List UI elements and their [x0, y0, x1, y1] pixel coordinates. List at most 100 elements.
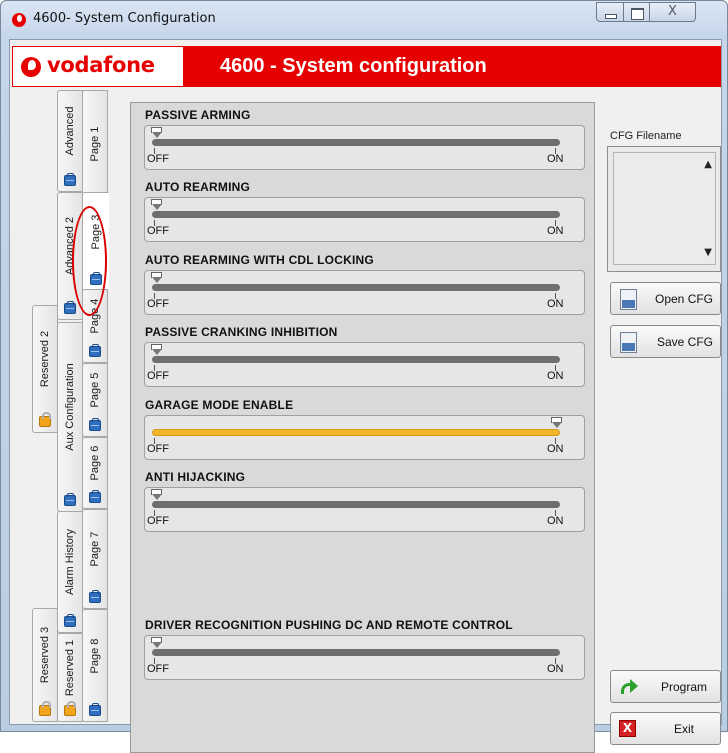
tab-alarmhistory[interactable]: Alarm History — [57, 511, 83, 633]
briefcase-icon — [89, 590, 101, 603]
on-label: ON — [547, 225, 564, 237]
setting-label: AUTO REARMING WITH CDL LOCKING — [145, 253, 374, 267]
cfg-filename-list[interactable]: ▲ ▼ — [613, 152, 716, 265]
briefcase-icon — [89, 418, 101, 431]
setting-label: AUTO REARMING — [145, 180, 251, 194]
slider-thumb[interactable] — [151, 272, 162, 284]
setting-slider[interactable]: OFF ON — [144, 635, 585, 680]
tab-label: Page 5 — [89, 372, 101, 408]
setting-slider[interactable]: OFF ON — [144, 342, 585, 387]
slider-track[interactable] — [152, 139, 560, 146]
save-cfg-button[interactable]: Save CFG — [610, 325, 721, 358]
tab-reserved2[interactable]: Reserved 2 — [32, 305, 58, 433]
app-logo-icon — [12, 13, 26, 27]
save-file-icon — [620, 332, 637, 353]
close-button[interactable]: X — [649, 2, 696, 22]
briefcase-icon — [64, 173, 76, 186]
slider-thumb[interactable] — [151, 199, 162, 211]
tab-page5[interactable]: Page 5 — [82, 363, 108, 437]
open-file-icon — [620, 289, 637, 310]
vodafone-logo-icon — [21, 57, 41, 77]
brand-logo: vodafone — [12, 46, 184, 87]
slider-track[interactable] — [152, 284, 560, 291]
off-label: OFF — [147, 298, 169, 310]
save-cfg-label: Save CFG — [657, 335, 714, 349]
on-label: ON — [547, 515, 564, 527]
slider-thumb[interactable] — [151, 637, 162, 649]
off-label: OFF — [147, 370, 169, 382]
tab-label: Page 8 — [89, 638, 101, 674]
tab-page8[interactable]: Page 8 — [82, 609, 108, 722]
header-banner: vodafone 4600 - System configuration — [12, 46, 721, 87]
setting-slider[interactable]: OFF ON — [144, 487, 585, 532]
slider-track[interactable] — [152, 501, 560, 508]
slider-thumb[interactable] — [551, 417, 562, 429]
brand-name: vodafone — [47, 53, 155, 77]
on-label: ON — [547, 153, 564, 165]
page-title: 4600 - System configuration — [220, 55, 487, 77]
setting-label: PASSIVE ARMING — [145, 108, 251, 122]
slider-track[interactable] — [152, 356, 560, 363]
cfg-filename-label: CFG Filename — [610, 130, 682, 142]
scroll-up-icon[interactable]: ▲ — [704, 159, 712, 170]
briefcase-icon — [64, 614, 76, 627]
slider-thumb[interactable] — [151, 127, 162, 139]
on-label: ON — [547, 370, 564, 382]
setting-slider[interactable]: OFF ON — [144, 125, 585, 170]
tab-reserved3[interactable]: Reserved 3 — [32, 608, 58, 722]
tab-reserved1[interactable]: Reserved 1 — [57, 633, 83, 722]
setting-slider[interactable]: OFF ON — [144, 415, 585, 460]
setting-label: PASSIVE CRANKING INHIBITION — [145, 325, 338, 339]
tab-label: Page 1 — [89, 126, 101, 162]
open-cfg-button[interactable]: Open CFG — [610, 282, 721, 315]
app-window: 4600- System Configuration X vodafone 46… — [0, 0, 728, 753]
slider-track[interactable] — [152, 649, 560, 656]
tab-page7[interactable]: Page 7 — [82, 509, 108, 609]
program-arrow-icon — [621, 679, 639, 695]
highlight-annotation — [72, 206, 107, 316]
exit-button[interactable]: X Exit — [610, 712, 721, 745]
on-label: ON — [547, 298, 564, 310]
lock-icon — [39, 412, 51, 427]
title-bar[interactable]: 4600- System Configuration X — [1, 1, 727, 39]
off-label: OFF — [147, 663, 169, 675]
slider-thumb[interactable] — [151, 489, 162, 501]
window-title: 4600- System Configuration — [33, 11, 216, 26]
minimize-button[interactable] — [596, 2, 624, 22]
tab-label: Page 7 — [89, 531, 101, 567]
off-label: OFF — [147, 225, 169, 237]
tab-label: Page 6 — [89, 445, 101, 481]
on-label: ON — [547, 443, 564, 455]
tab-strip: Page 1 Advanced Page 3 Advanced 2 Page 4 Rese… — [22, 90, 110, 722]
tab-advanced[interactable]: Advanced — [57, 90, 83, 192]
off-label: OFF — [147, 443, 169, 455]
scroll-down-icon[interactable]: ▼ — [704, 247, 712, 258]
tab-label: Advanced — [64, 106, 76, 156]
slider-track[interactable] — [152, 211, 560, 218]
settings-panel: PASSIVE ARMING OFF ON AUTO REARMING OFF ON AUT… — [130, 102, 595, 753]
off-label: OFF — [147, 515, 169, 527]
slider-track[interactable] — [152, 429, 560, 436]
maximize-button[interactable] — [623, 2, 650, 22]
tab-label: Aux Configuration — [64, 363, 76, 451]
setting-slider[interactable]: OFF ON — [144, 197, 585, 242]
cfg-filename-group: ▲ ▼ — [607, 146, 721, 272]
briefcase-icon — [89, 703, 101, 716]
exit-label: Exit — [674, 722, 695, 736]
off-label: OFF — [147, 153, 169, 165]
tab-label: Reserved 3 — [39, 626, 51, 684]
slider-thumb[interactable] — [151, 344, 162, 356]
lock-icon — [64, 701, 76, 716]
client-area: vodafone 4600 - System configuration Pag… — [9, 39, 722, 753]
program-button[interactable]: Program — [610, 670, 721, 703]
tab-label: Alarm History — [64, 528, 76, 596]
tab-auxconfig[interactable]: Aux Configuration — [57, 322, 83, 512]
tab-page6[interactable]: Page 6 — [82, 437, 108, 509]
setting-label: DRIVER RECOGNITION PUSHING DC AND REMOTE… — [145, 618, 513, 632]
setting-label: GARAGE MODE ENABLE — [145, 398, 294, 412]
exit-icon: X — [619, 720, 636, 737]
close-icon: X — [668, 4, 677, 19]
open-cfg-label: Open CFG — [655, 292, 714, 306]
setting-slider[interactable]: OFF ON — [144, 270, 585, 315]
briefcase-icon — [64, 301, 76, 314]
